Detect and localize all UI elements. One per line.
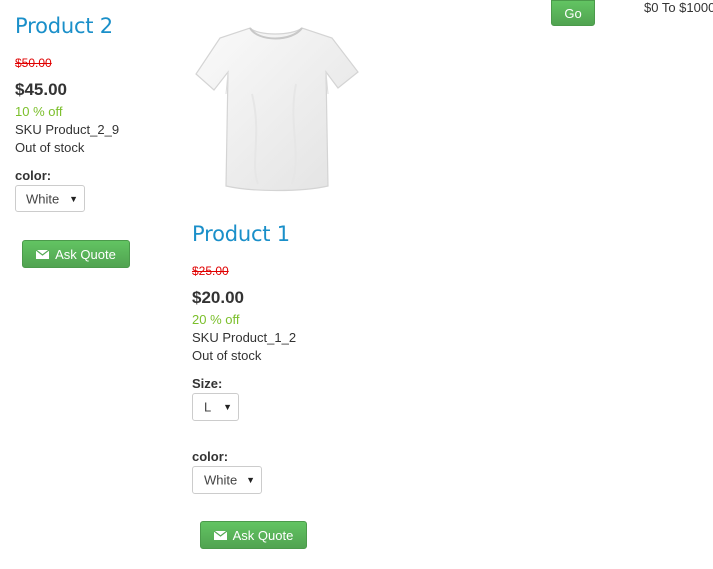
color-select-value: White bbox=[26, 191, 60, 206]
go-button-label: Go bbox=[564, 5, 582, 21]
color-option-label: color: bbox=[15, 168, 52, 183]
size-select-value: L bbox=[204, 399, 212, 415]
color-select-value: White bbox=[204, 472, 238, 488]
ask-quote-button[interactable]: Ask Quote bbox=[22, 240, 130, 268]
product-title[interactable]: Product 2 bbox=[15, 14, 113, 38]
discount-label: 10 % off bbox=[15, 104, 63, 119]
stock-status: Out of stock bbox=[192, 348, 262, 363]
size-select[interactable]: L ▼ bbox=[192, 393, 239, 421]
sale-price: $45.00 bbox=[15, 80, 67, 99]
product-image[interactable] bbox=[192, 24, 360, 194]
product-title[interactable]: Product 1 bbox=[192, 222, 290, 246]
sku-label: SKU Product_2_9 bbox=[15, 122, 120, 137]
size-option-label: Size: bbox=[192, 376, 223, 391]
discount-label: 20 % off bbox=[192, 312, 240, 327]
price-range-label: $0 To $1000 bbox=[644, 0, 713, 15]
stock-status: Out of stock bbox=[15, 140, 85, 155]
sale-price: $20.00 bbox=[192, 288, 244, 307]
color-select[interactable]: White ▼ bbox=[15, 185, 85, 212]
ask-quote-button[interactable]: Ask Quote bbox=[200, 521, 307, 549]
envelope-icon bbox=[213, 530, 227, 540]
chevron-down-icon: ▼ bbox=[246, 475, 255, 485]
ask-quote-label: Ask Quote bbox=[232, 527, 294, 543]
chevron-down-icon: ▼ bbox=[69, 193, 78, 204]
ask-quote-label: Ask Quote bbox=[55, 246, 116, 262]
chevron-down-icon: ▼ bbox=[223, 402, 232, 412]
original-price: $50.00 bbox=[15, 56, 52, 70]
tshirt-image bbox=[195, 27, 359, 192]
color-option-label: color: bbox=[192, 449, 229, 464]
sku-label: SKU Product_1_2 bbox=[192, 330, 297, 345]
envelope-icon bbox=[36, 249, 50, 259]
color-select[interactable]: White ▼ bbox=[192, 466, 262, 494]
original-price: $25.00 bbox=[192, 264, 229, 278]
go-button[interactable]: Go bbox=[551, 0, 595, 26]
